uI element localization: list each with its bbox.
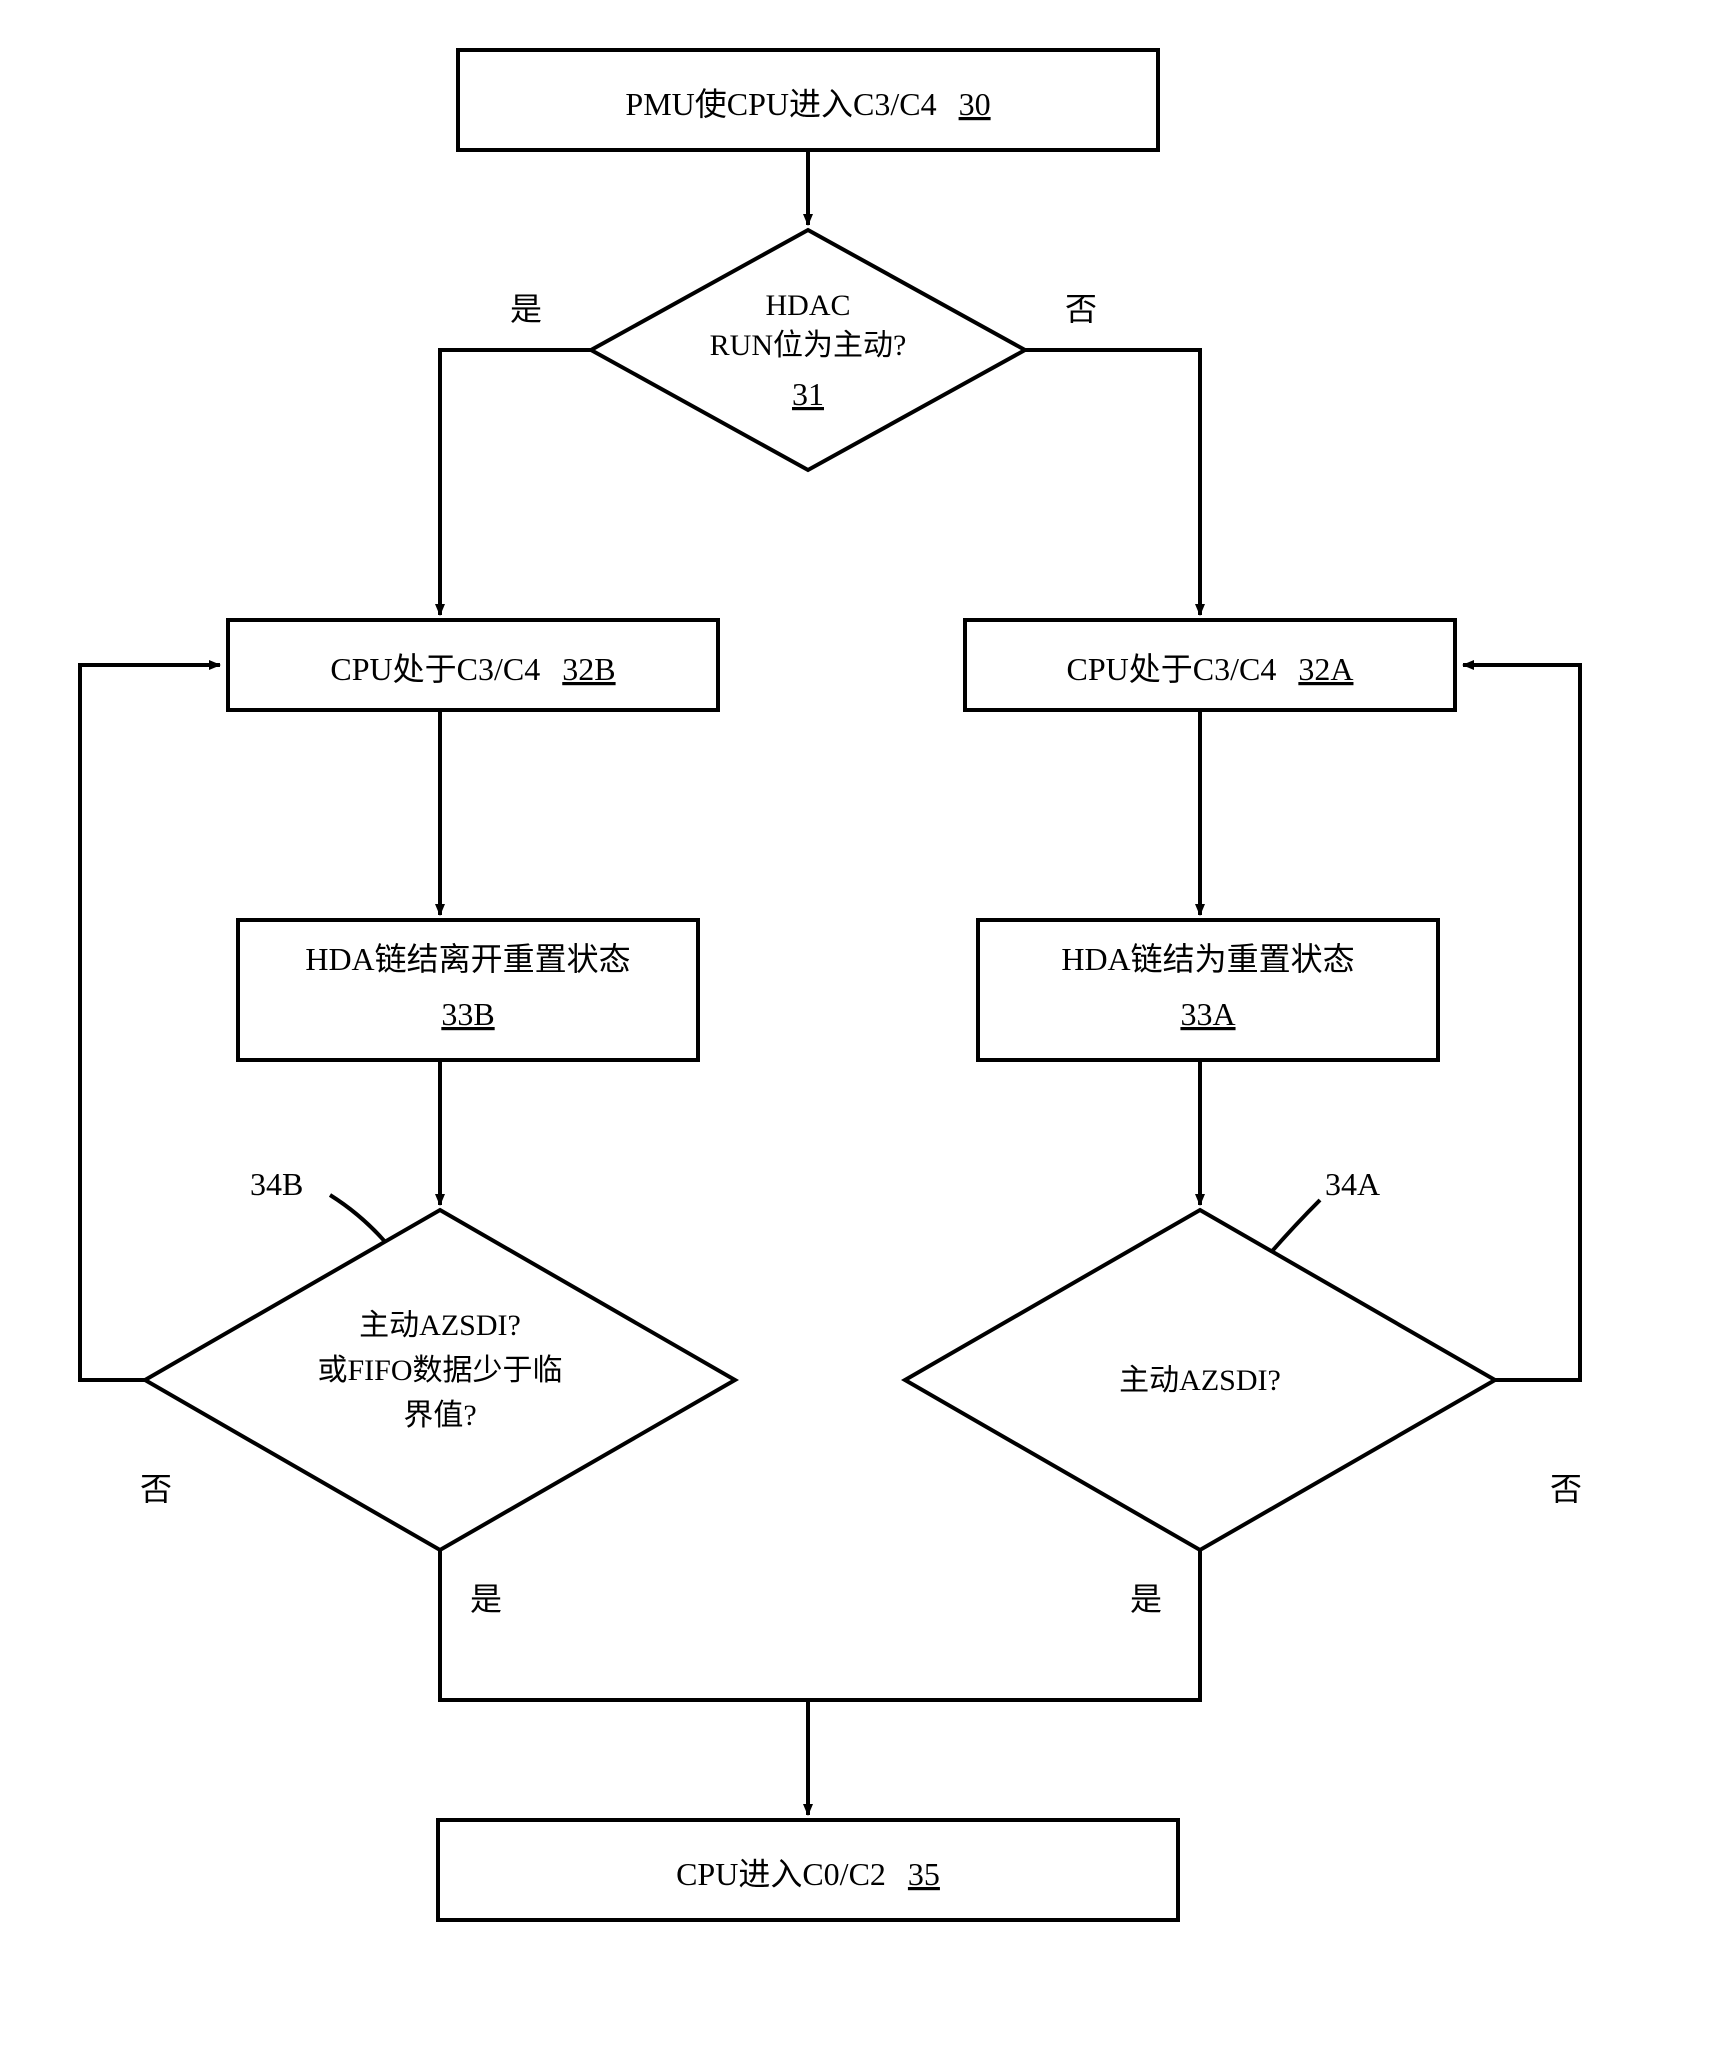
label-no-34a: 否 <box>1550 1471 1582 1507</box>
process-box-32b-text: CPU处于C3/C4 32B <box>330 651 615 687</box>
process-box-33a-ref: 33A <box>1180 996 1235 1032</box>
connector-34a-yes <box>808 1550 1200 1700</box>
decision-34b-line3: 界值? <box>403 1399 476 1432</box>
connector-loop-34a <box>1463 665 1580 1380</box>
process-box-33b-text: HDA链结离开重置状态 <box>305 941 630 977</box>
callout-34b: 34B <box>250 1166 303 1202</box>
label-no-31: 否 <box>1065 291 1097 327</box>
process-box-33b-ref: 33B <box>441 996 494 1032</box>
connector <box>440 350 591 615</box>
label-yes-34a: 是 <box>1130 1581 1162 1617</box>
callout-34a: 34A <box>1325 1166 1380 1202</box>
process-box-30-text: PMU使CPU进入C3/C4 30 <box>625 86 990 122</box>
decision-31-ref: 31 <box>792 376 824 412</box>
decision-34a-text: 主动AZSDI? <box>1119 1364 1281 1397</box>
connector <box>1025 350 1200 615</box>
decision-34b-line2: 或FIFO数据少于临 <box>317 1354 562 1387</box>
decision-31-line2: RUN位为主动? <box>710 329 907 362</box>
label-no-34b: 否 <box>140 1471 172 1507</box>
decision-31-line1: HDAC <box>765 289 850 322</box>
process-box-32a-text: CPU处于C3/C4 32A <box>1067 651 1354 687</box>
flowchart: PMU使CPU进入C3/C4 30 HDAC RUN位为主动? 31 是 否 C… <box>20 20 1734 2048</box>
connector-loop-34b <box>80 665 220 1380</box>
process-box-33a-text: HDA链结为重置状态 <box>1061 941 1354 977</box>
label-yes-34b: 是 <box>470 1581 502 1617</box>
label-yes-31: 是 <box>510 291 542 327</box>
decision-34b-line1: 主动AZSDI? <box>359 1309 521 1342</box>
